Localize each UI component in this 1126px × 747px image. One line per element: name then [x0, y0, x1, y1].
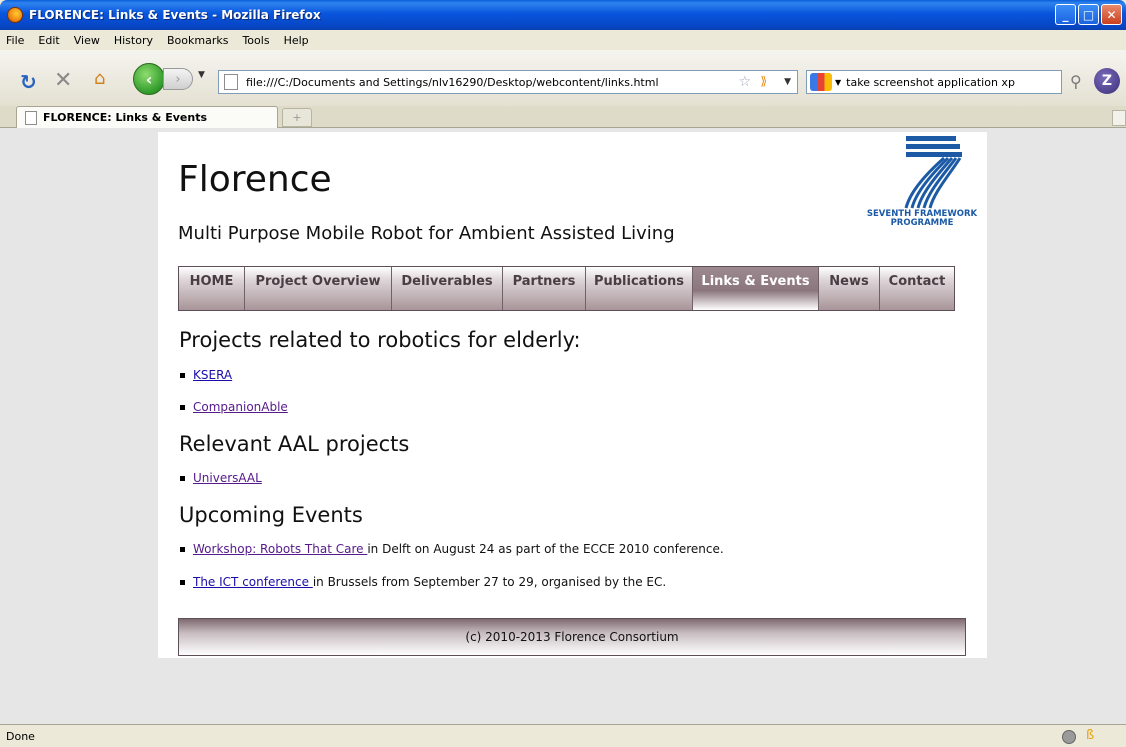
link-workshop[interactable]: Workshop: Robots That Care	[193, 542, 367, 556]
forward-arrow-icon[interactable]: ›	[163, 68, 193, 90]
fp7-logo: SEVENTH FRAMEWORK PROGRAMME	[864, 134, 980, 234]
url-dropdown-icon[interactable]: ▼	[784, 77, 791, 87]
tab-florence[interactable]: FLORENCE: Links & Events	[16, 106, 278, 128]
minimize-button[interactable]: _	[1055, 4, 1076, 25]
status-indicator-icon[interactable]	[1062, 730, 1076, 744]
link-universaal[interactable]: UniversAAL	[193, 471, 262, 485]
site-nav: HOME Project Overview Deliverables Partn…	[178, 266, 955, 311]
home-icon[interactable]: ⌂	[94, 68, 105, 89]
search-bar[interactable]: ▼ take screenshot application xp	[806, 70, 1062, 94]
nav-links-events[interactable]: Links & Events	[693, 267, 819, 310]
page-icon	[25, 110, 37, 125]
site-subtitle: Multi Purpose Mobile Robot for Ambient A…	[178, 223, 675, 244]
menu-tools[interactable]: Tools	[242, 34, 269, 47]
star-icon[interactable]: ☆	[738, 74, 751, 90]
bullet-icon	[180, 546, 185, 552]
bullet-icon	[180, 579, 185, 585]
addon-icon[interactable]: ß	[1086, 728, 1094, 743]
page-icon	[224, 74, 238, 90]
menu-bookmarks[interactable]: Bookmarks	[167, 34, 228, 47]
list-item: The ICT conference in Brussels from Sept…	[180, 575, 666, 589]
window-titlebar: FLORENCE: Links & Events - Mozilla Firef…	[0, 0, 1126, 30]
bullet-icon	[180, 372, 185, 378]
window-title: FLORENCE: Links & Events - Mozilla Firef…	[29, 8, 321, 22]
menu-bar: File Edit View History Bookmarks Tools H…	[0, 30, 1126, 50]
nav-publications[interactable]: Publications	[586, 267, 693, 310]
link-companionable[interactable]: CompanionAble	[193, 400, 288, 414]
rss-icon[interactable]: ⟫	[760, 74, 767, 88]
chevron-down-icon[interactable]: ▼	[198, 70, 205, 80]
menu-help[interactable]: Help	[284, 34, 309, 47]
magnifier-icon[interactable]: ⚲	[1070, 72, 1082, 91]
browser-viewport[interactable]: Florence Multi Purpose Mobile Robot for …	[0, 128, 1126, 724]
url-bar[interactable]: file:///C:/Documents and Settings/nlv162…	[218, 70, 798, 94]
search-engine-dropdown-icon[interactable]: ▼	[835, 78, 841, 87]
reload-icon[interactable]: ↻	[20, 70, 37, 94]
aal-heading: Relevant AAL projects	[179, 432, 410, 456]
status-text: Done	[6, 729, 35, 743]
bullet-icon	[180, 475, 185, 481]
event-description: in Delft on August 24 as part of the ECC…	[367, 542, 724, 556]
list-item: Workshop: Robots That Care in Delft on A…	[180, 542, 724, 556]
status-bar: Done ß	[0, 724, 1126, 747]
window-controls: _ □ ✕	[1055, 4, 1122, 25]
menu-history[interactable]: History	[114, 34, 153, 47]
nav-news[interactable]: News	[819, 267, 880, 310]
zotero-icon[interactable]: Z	[1094, 68, 1120, 94]
link-ksera[interactable]: KSERA	[193, 368, 232, 382]
menu-view[interactable]: View	[74, 34, 100, 47]
list-all-tabs-button[interactable]	[1112, 110, 1126, 126]
firefox-icon	[7, 7, 23, 23]
search-engine-icon[interactable]	[810, 73, 832, 91]
close-button[interactable]: ✕	[1101, 4, 1122, 25]
nav-project-overview[interactable]: Project Overview	[245, 267, 392, 310]
navigation-toolbar: ↻ ✕ ⌂ ‹ › ▼ file:///C:/Documents and Set…	[0, 50, 1126, 106]
search-input[interactable]: take screenshot application xp	[846, 76, 1015, 89]
new-tab-button[interactable]: +	[282, 108, 312, 127]
page-container: Florence Multi Purpose Mobile Robot for …	[158, 132, 987, 658]
site-title: Florence	[178, 159, 332, 200]
events-heading: Upcoming Events	[179, 503, 363, 527]
maximize-button[interactable]: □	[1078, 4, 1099, 25]
list-item: KSERA	[180, 368, 232, 382]
bullet-icon	[180, 404, 185, 410]
url-text[interactable]: file:///C:/Documents and Settings/nlv162…	[246, 76, 659, 89]
nav-partners[interactable]: Partners	[503, 267, 586, 310]
list-item: UniversAAL	[180, 471, 262, 485]
list-item: CompanionAble	[180, 400, 288, 414]
nav-contact[interactable]: Contact	[880, 267, 954, 310]
nav-deliverables[interactable]: Deliverables	[392, 267, 503, 310]
nav-home[interactable]: HOME	[179, 267, 245, 310]
event-description: in Brussels from September 27 to 29, org…	[312, 575, 667, 589]
link-ict-conference[interactable]: The ICT conference	[193, 575, 313, 589]
fp7-logo-text: SEVENTH FRAMEWORK PROGRAMME	[866, 209, 978, 228]
back-arrow-icon[interactable]: ‹	[133, 63, 165, 95]
menu-file[interactable]: File	[6, 34, 24, 47]
tab-label: FLORENCE: Links & Events	[43, 111, 207, 124]
robotics-heading: Projects related to robotics for elderly…	[179, 328, 581, 352]
tab-bar: FLORENCE: Links & Events +	[0, 106, 1126, 128]
menu-edit[interactable]: Edit	[38, 34, 59, 47]
stop-icon[interactable]: ✕	[54, 68, 72, 93]
fp7-logo-graphic	[904, 136, 962, 209]
site-footer: (c) 2010-2013 Florence Consortium	[178, 618, 966, 656]
